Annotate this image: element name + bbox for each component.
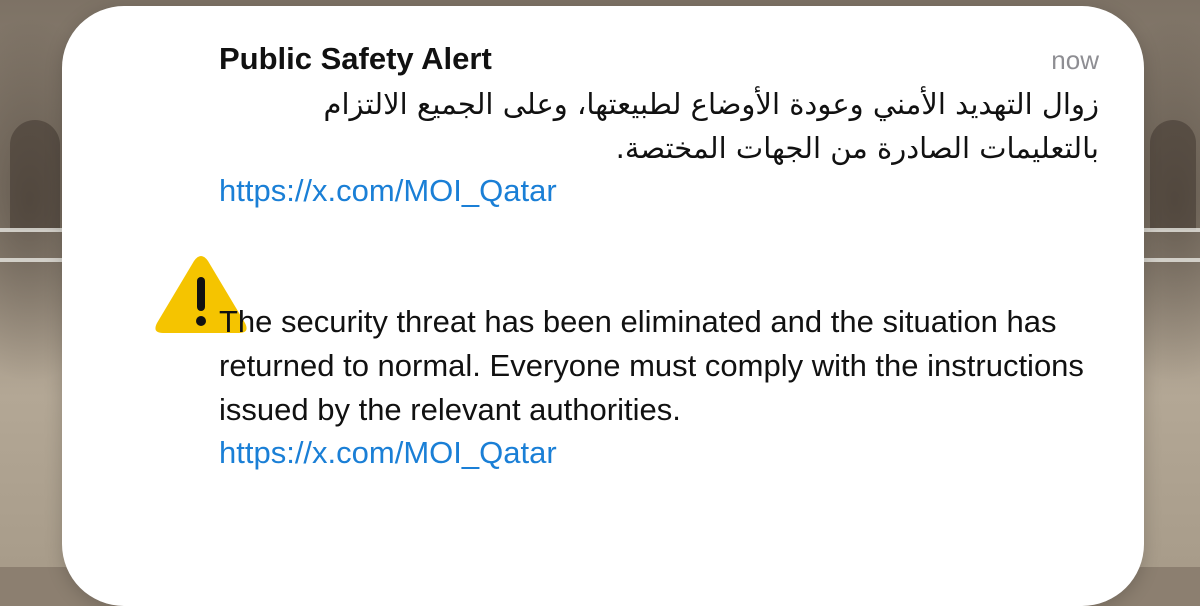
notification-title: Public Safety Alert (219, 41, 492, 76)
notification-header: Public Safety Alert now (219, 38, 1099, 80)
notification-timestamp: now (1051, 45, 1099, 75)
arabic-message: زوال التهديد الأمني وعودة الأوضاع لطبيعت… (323, 87, 1100, 165)
arabic-source-link[interactable]: https://x.com/MOI_Qatar (219, 170, 1099, 212)
english-message: The security threat has been eliminated … (219, 304, 1084, 427)
english-source-link[interactable]: https://x.com/MOI_Qatar (219, 432, 1099, 474)
notification-card[interactable]: Public Safety Alert now زوال التهديد الأ… (62, 6, 1144, 606)
wallpaper-arch (1150, 120, 1196, 230)
notification-content: Public Safety Alert now زوال التهديد الأ… (219, 38, 1099, 474)
wallpaper-arch (10, 120, 60, 230)
